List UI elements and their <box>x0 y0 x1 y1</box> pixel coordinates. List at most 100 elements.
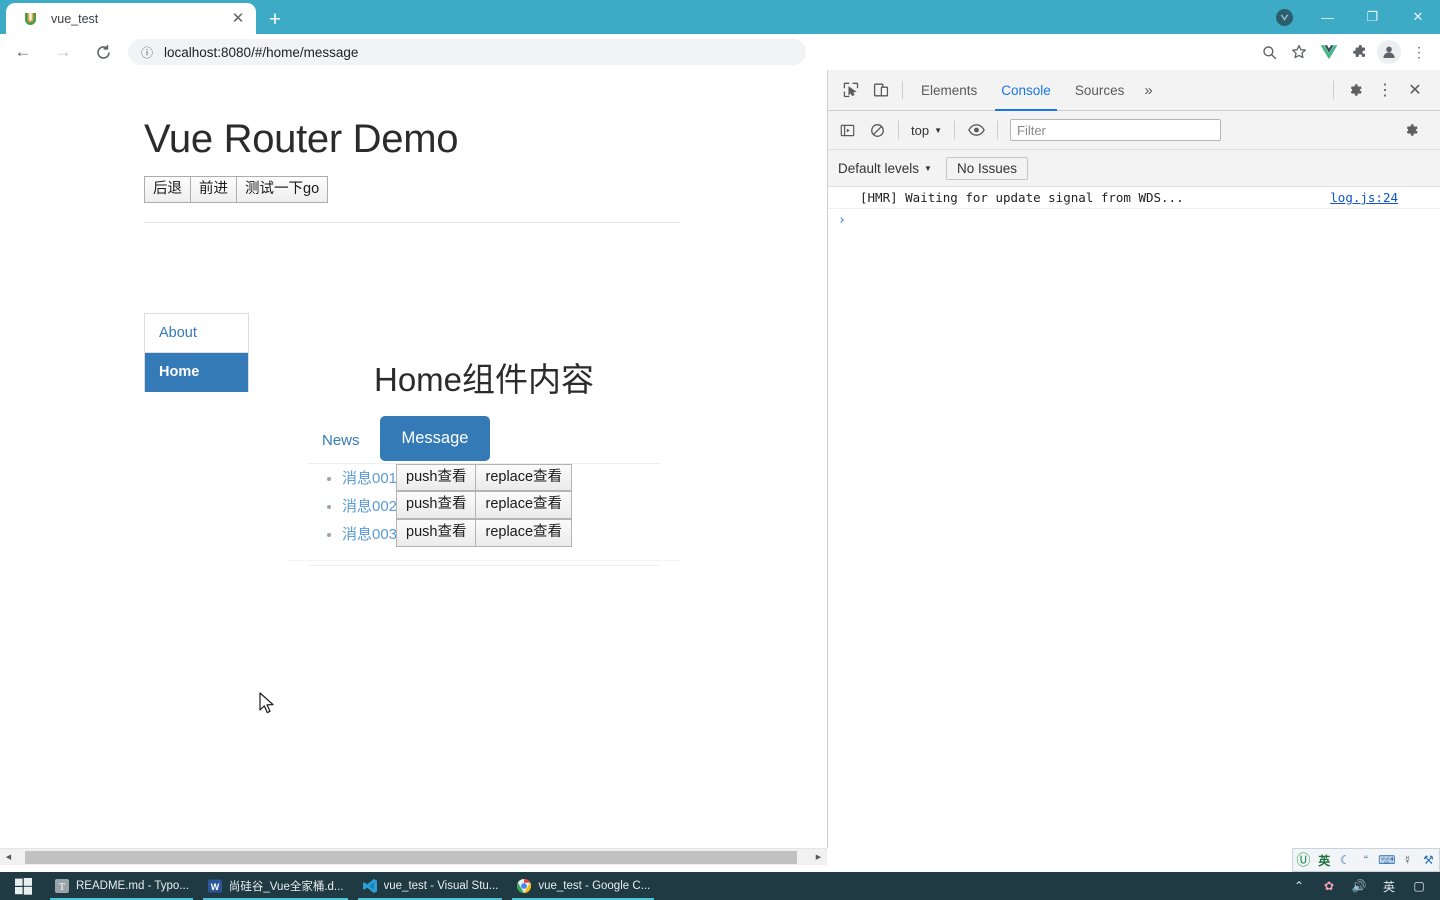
chevron-down-icon: ▼ <box>934 125 942 135</box>
ime-moon-icon[interactable]: ☾ <box>1335 853 1355 867</box>
tray-volume-icon[interactable]: 🔊 <box>1344 872 1374 900</box>
vue-devtools-icon[interactable] <box>1314 37 1344 67</box>
devtools-close-icon[interactable]: ✕ <box>1400 76 1430 104</box>
taskbar-item-label: vue_test - Visual Stu... <box>383 880 499 892</box>
site-info-icon[interactable]: ⓘ <box>134 44 160 61</box>
address-bar[interactable]: ⓘ localhost:8080/#/home/message <box>128 39 807 65</box>
live-expression-eye-icon[interactable] <box>961 116 991 144</box>
tab-title: vue_test <box>51 11 99 26</box>
message-link[interactable]: 消息001 <box>342 467 397 488</box>
no-issues-button[interactable]: No Issues <box>945 156 1028 180</box>
taskbar-item-chrome[interactable]: vue_test - Google C... <box>508 872 658 900</box>
devtools-more-options-icon[interactable]: ⋮ <box>1370 76 1400 104</box>
window-maximize-button[interactable]: ❐ <box>1350 0 1395 34</box>
ime-tools-icon[interactable]: ⚒ <box>1418 853 1438 867</box>
go-test-button[interactable]: 测试一下go <box>236 176 329 204</box>
devtools-settings-gear-icon[interactable] <box>1340 76 1370 104</box>
console-sidebar-icon[interactable] <box>832 116 862 144</box>
browser-toolbar: ← → ⓘ localhost:8080/#/home/message ⋮ <box>0 34 1440 70</box>
console-context-value: top <box>911 122 930 138</box>
console-log-source-link[interactable]: log.js:24 <box>1330 190 1440 205</box>
push-view-button[interactable]: push查看 <box>396 491 477 520</box>
window-close-button[interactable]: ✕ <box>1396 0 1440 34</box>
ime-toolbar[interactable]: Ⓤ 英 ☾ “ ⌨ ☿ ⚒ <box>1292 848 1440 872</box>
window-minimize-button[interactable]: — <box>1305 0 1350 34</box>
address-bar-url: localhost:8080/#/home/message <box>164 44 359 60</box>
svg-text:W: W <box>211 882 220 892</box>
inspect-element-icon[interactable] <box>836 76 866 104</box>
content-panel: Home组件内容 News Message 消息001 push查看 repla… <box>288 313 680 567</box>
extensions-puzzle-icon[interactable] <box>1344 37 1374 67</box>
scroll-left-arrow-icon[interactable]: ◀ <box>0 849 17 866</box>
chrome-icon <box>516 878 532 894</box>
browser-tab[interactable]: vue_test ✕ <box>6 3 256 34</box>
tray-ime-icon[interactable]: 英 <box>1374 872 1404 900</box>
list-item: 消息003 push查看 replace查看 <box>342 519 680 548</box>
clear-console-icon[interactable] <box>862 116 892 144</box>
replace-view-button[interactable]: replace查看 <box>475 463 573 492</box>
router-sidebar: About Home <box>144 313 249 392</box>
push-view-button[interactable]: push查看 <box>396 519 477 548</box>
taskbar-item-typora[interactable]: T README.md - Typo... <box>46 872 197 900</box>
console-settings-gear-icon[interactable] <box>1396 116 1426 144</box>
scrollbar-thumb[interactable] <box>25 850 797 864</box>
close-icon[interactable]: ✕ <box>226 7 250 31</box>
vue-devtools-window-icon[interactable] <box>1262 0 1307 34</box>
ime-user-icon[interactable]: ☿ <box>1398 853 1418 867</box>
console-prompt[interactable]: › <box>828 209 1440 228</box>
device-toolbar-icon[interactable] <box>866 76 896 104</box>
replace-view-button[interactable]: replace查看 <box>475 491 573 520</box>
taskbar-item-label: vue_test - Google C... <box>538 880 651 892</box>
back-button[interactable]: 后退 <box>144 176 191 204</box>
replace-view-button[interactable]: replace查看 <box>475 519 573 548</box>
console-levels-bar: Default levels ▼ No Issues <box>828 150 1440 187</box>
reload-icon[interactable] <box>86 35 120 69</box>
zoom-icon[interactable] <box>1254 37 1284 67</box>
console-filter-input[interactable]: Filter <box>1010 119 1222 141</box>
message-link[interactable]: 消息002 <box>342 495 397 516</box>
profile-avatar-icon[interactable] <box>1374 37 1404 67</box>
ime-logo-icon[interactable]: Ⓤ <box>1293 850 1313 870</box>
chrome-menu-icon[interactable]: ⋮ <box>1404 37 1434 67</box>
windows-taskbar: T README.md - Typo... W 尚硅谷_Vue全家桶.d... … <box>0 872 1440 900</box>
vue-u-favicon <box>22 10 39 27</box>
tab-console[interactable]: Console <box>989 70 1063 111</box>
bookmark-star-icon[interactable] <box>1284 37 1314 67</box>
new-tab-button[interactable]: + <box>262 6 288 32</box>
console-context-selector[interactable]: top ▼ <box>905 123 948 138</box>
console-log-message: [HMR] Waiting for update signal from WDS… <box>860 190 1184 205</box>
ime-chinese-mode[interactable]: 英 <box>1314 852 1334 869</box>
tray-antivirus-icon[interactable]: ✿ <box>1314 872 1344 900</box>
ime-punctuation-icon[interactable]: “ <box>1356 853 1376 867</box>
console-log-row: [HMR] Waiting for update signal from WDS… <box>828 187 1440 209</box>
mouse-cursor <box>259 692 277 716</box>
devtools-panel: Elements Console Sources » ⋮ ✕ top ▼ Fil… <box>827 70 1440 848</box>
vscode-icon <box>362 878 378 894</box>
console-output[interactable]: [HMR] Waiting for update signal from WDS… <box>828 187 1440 847</box>
devtools-tabbar: Elements Console Sources » ⋮ ✕ <box>828 70 1440 111</box>
scroll-right-arrow-icon[interactable]: ▶ <box>810 849 827 866</box>
more-tabs-icon[interactable]: » <box>1136 82 1160 99</box>
taskbar-item-vscode[interactable]: vue_test - Visual Stu... <box>354 872 507 900</box>
forward-button[interactable]: 前进 <box>190 176 237 204</box>
console-levels-selector[interactable]: Default levels ▼ <box>838 161 932 176</box>
page-horizontal-scrollbar[interactable]: ◀ ▶ <box>0 848 827 865</box>
tab-message[interactable]: Message <box>379 416 491 461</box>
forward-arrow-icon: → <box>54 42 72 61</box>
ime-keyboard-icon[interactable]: ⌨ <box>1377 853 1397 867</box>
content-heading: Home组件内容 <box>373 361 595 398</box>
tab-news[interactable]: News <box>308 423 374 458</box>
push-view-button[interactable]: push查看 <box>396 463 477 492</box>
back-arrow-icon[interactable]: ← <box>6 35 40 69</box>
windows-start-icon[interactable] <box>0 872 46 900</box>
scrollbar-track[interactable] <box>17 849 810 866</box>
message-link[interactable]: 消息003 <box>342 523 397 544</box>
sidebar-item-about[interactable]: About <box>145 314 248 353</box>
message-list: 消息001 push查看 replace查看 消息002 push查看 repl… <box>342 463 680 548</box>
taskbar-item-word[interactable]: W 尚硅谷_Vue全家桶.d... <box>199 872 352 900</box>
tab-elements[interactable]: Elements <box>909 70 989 111</box>
tray-show-hidden-icon[interactable]: ⌃ <box>1284 872 1314 900</box>
tab-sources[interactable]: Sources <box>1063 70 1137 111</box>
sidebar-item-home[interactable]: Home <box>145 353 248 392</box>
tray-notifications-icon[interactable]: ▢ <box>1404 872 1434 900</box>
